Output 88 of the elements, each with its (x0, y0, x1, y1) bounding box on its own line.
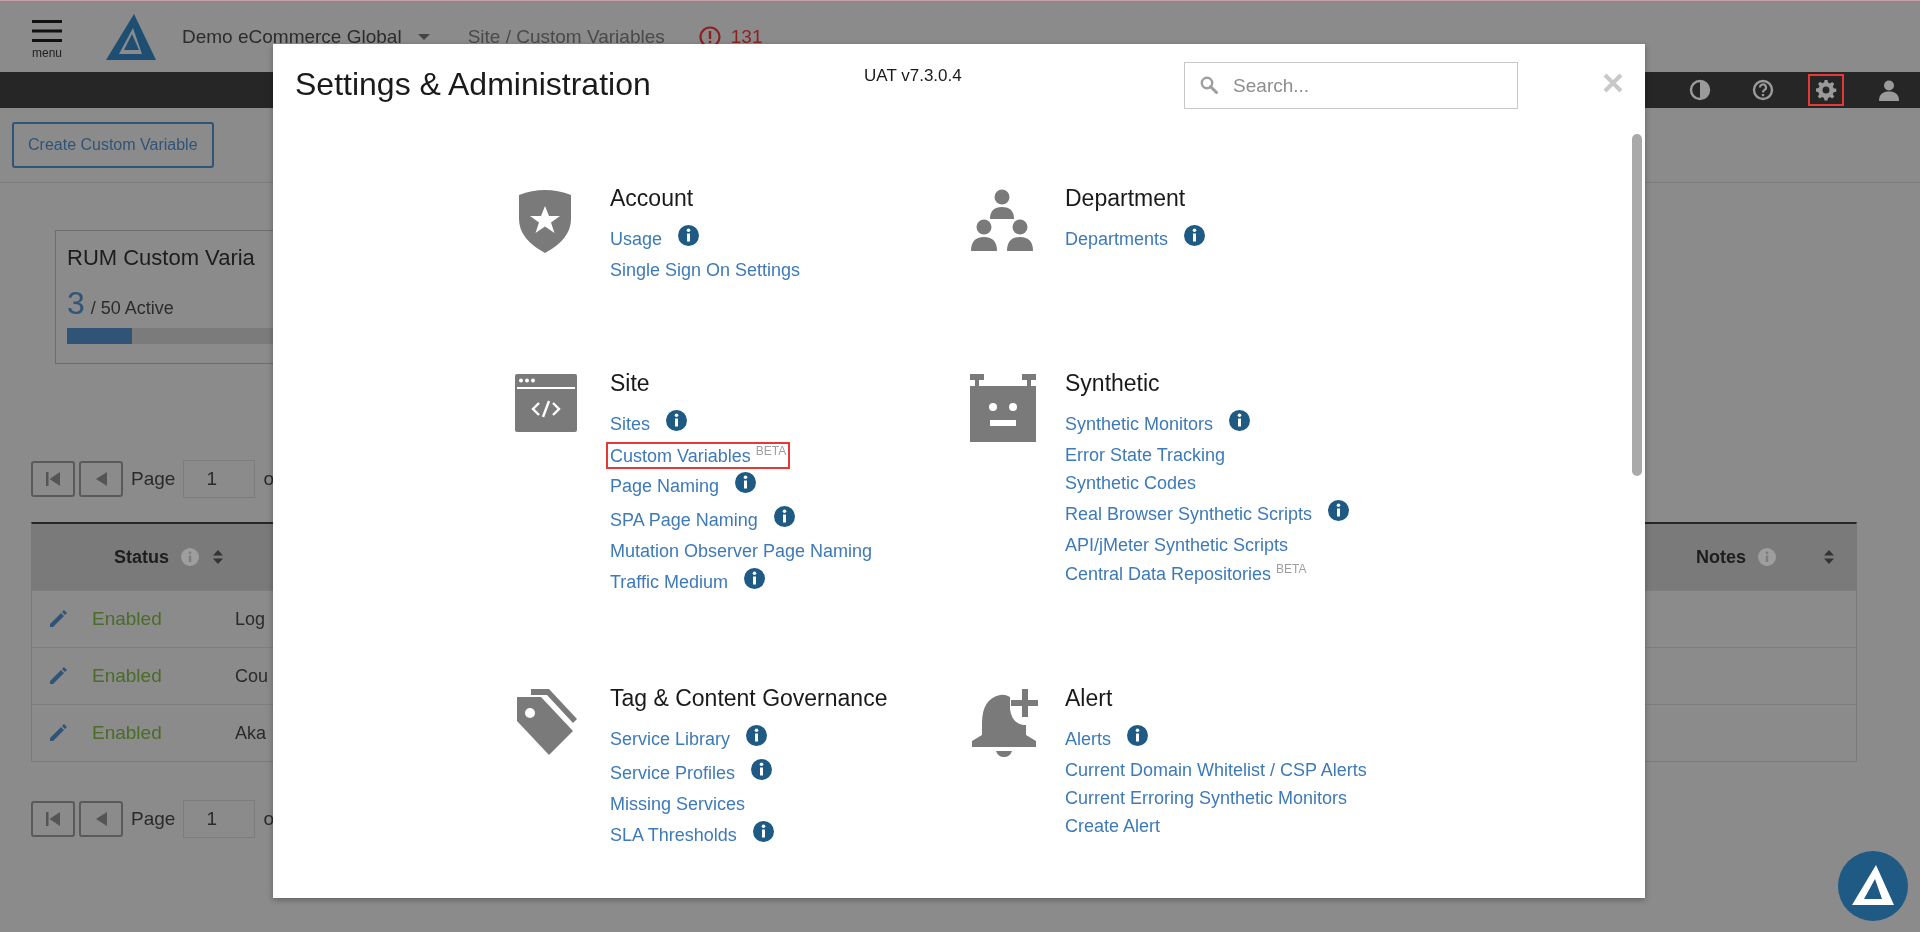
section-title: Department (1065, 185, 1186, 212)
first-page-icon (45, 811, 61, 827)
user-icon[interactable] (1878, 79, 1900, 101)
settings-link[interactable]: Synthetic Codes (1061, 470, 1201, 496)
settings-link[interactable]: Missing Services (606, 791, 750, 817)
table-cell: Cou (235, 665, 269, 687)
settings-link[interactable]: Traffic Medium (606, 569, 733, 595)
info-icon[interactable] (1328, 499, 1350, 521)
page-label: Page (131, 808, 176, 830)
settings-link[interactable]: Departments (1061, 226, 1173, 252)
settings-link[interactable]: Current Domain Whitelist / CSP Alerts (1061, 757, 1371, 783)
code-window-icon (515, 374, 577, 432)
settings-link[interactable]: Mutation Observer Page Naming (606, 538, 877, 564)
tag-icon (515, 689, 577, 757)
beta-label: BETA (755, 443, 787, 458)
settings-link[interactable]: Real Browser Synthetic Scripts (1061, 501, 1317, 527)
account-selector[interactable]: Demo eCommerce Global (182, 25, 402, 48)
info-icon[interactable] (735, 471, 757, 493)
menu-label: menu (32, 45, 62, 60)
settings-link[interactable]: Create Alert (1061, 813, 1165, 839)
info-icon[interactable] (1184, 224, 1206, 246)
menu-icon[interactable] (32, 19, 62, 42)
table-cell: Aka (235, 722, 267, 744)
info-icon[interactable] (744, 567, 766, 589)
page-of-label: o (263, 468, 274, 490)
table-cell-text: Enabled (92, 608, 163, 630)
breadcrumb[interactable]: Site / Custom Variables (467, 25, 665, 48)
settings-link[interactable]: Page Naming (606, 473, 724, 499)
section-title: Alert (1065, 685, 1113, 712)
page-label: Page (131, 468, 176, 490)
settings-link[interactable]: API/jMeter Synthetic Scripts (1061, 532, 1293, 558)
settings-link[interactable]: Sites (606, 411, 655, 437)
info-icon[interactable] (746, 724, 768, 746)
info-icon[interactable] (751, 758, 773, 780)
page-of-label: o (263, 808, 274, 830)
settings-link[interactable]: Alerts (1061, 726, 1115, 752)
scrollbar-thumb[interactable] (1632, 134, 1642, 476)
search-field[interactable]: Search... (1184, 62, 1519, 109)
bell-plus-icon (970, 689, 1038, 757)
people-icon (970, 189, 1034, 253)
settings-link[interactable]: Custom Variables $^{BETA}$ (606, 441, 791, 469)
active-count: 3 (67, 285, 85, 322)
first-page-icon (45, 471, 61, 487)
settings-link[interactable]: Current Erroring Synthetic Monitors (1061, 785, 1352, 811)
logo[interactable] (106, 13, 156, 60)
error-count[interactable]: 131 (730, 25, 763, 48)
beta-label: BETA (1276, 561, 1307, 576)
info-icon[interactable] (752, 820, 774, 842)
table-cell-text: Enabled (92, 722, 163, 744)
page-field[interactable]: 1 (183, 800, 256, 838)
settings-link[interactable]: SLA Thresholds (606, 822, 741, 848)
section-title: Synthetic (1065, 370, 1160, 397)
active-total: / 50 Active (90, 298, 174, 319)
dialog-title: Settings & Administration (295, 66, 652, 103)
section-title: Site (610, 370, 650, 397)
sort-icon[interactable] (1824, 550, 1834, 564)
info-icon[interactable] (1127, 724, 1148, 746)
settings-link[interactable]: Synthetic Monitors (1061, 411, 1218, 437)
settings-link[interactable]: Service Library (606, 726, 735, 752)
info-icon[interactable] (678, 224, 700, 246)
info-icon[interactable] (773, 505, 795, 527)
create-button[interactable]: Create Custom Variable (12, 122, 214, 168)
contrast-icon[interactable] (1689, 79, 1711, 101)
table-cell-text: Enabled (92, 665, 163, 687)
toolbar-button[interactable] (1808, 74, 1844, 106)
robot-icon (970, 374, 1036, 442)
column-header[interactable]: Notes (1696, 546, 1746, 568)
page-field[interactable]: 1 (183, 460, 256, 498)
column-header[interactable]: Status (114, 546, 169, 568)
settings-link[interactable]: Error State Tracking (1061, 442, 1230, 468)
section-title: Tag & Content Governance (610, 685, 888, 712)
section-title: Account (610, 185, 694, 212)
version-label: UAT v7.3.0.4 (864, 66, 963, 86)
settings-link[interactable]: Single Sign On Settings (606, 257, 805, 283)
help-icon[interactable] (1752, 79, 1774, 101)
card-title: RUM Custom Varia (67, 245, 255, 271)
settings-icon[interactable] (1815, 79, 1837, 101)
settings-link[interactable]: Service Profiles (606, 760, 740, 786)
chat-launcher-icon[interactable] (1838, 851, 1908, 921)
sort-icon[interactable] (213, 550, 223, 564)
settings-link[interactable]: SPA Page Naming (606, 507, 762, 533)
table-cell: Log (235, 608, 266, 630)
settings-link[interactable]: Central Data Repositories $^{BETA}$ (1061, 559, 1311, 587)
search-icon (1200, 76, 1219, 94)
caret-icon[interactable] (417, 33, 430, 40)
settings-link[interactable]: Usage (606, 226, 667, 252)
info-icon[interactable] (666, 409, 688, 431)
info-icon[interactable] (1229, 409, 1251, 431)
